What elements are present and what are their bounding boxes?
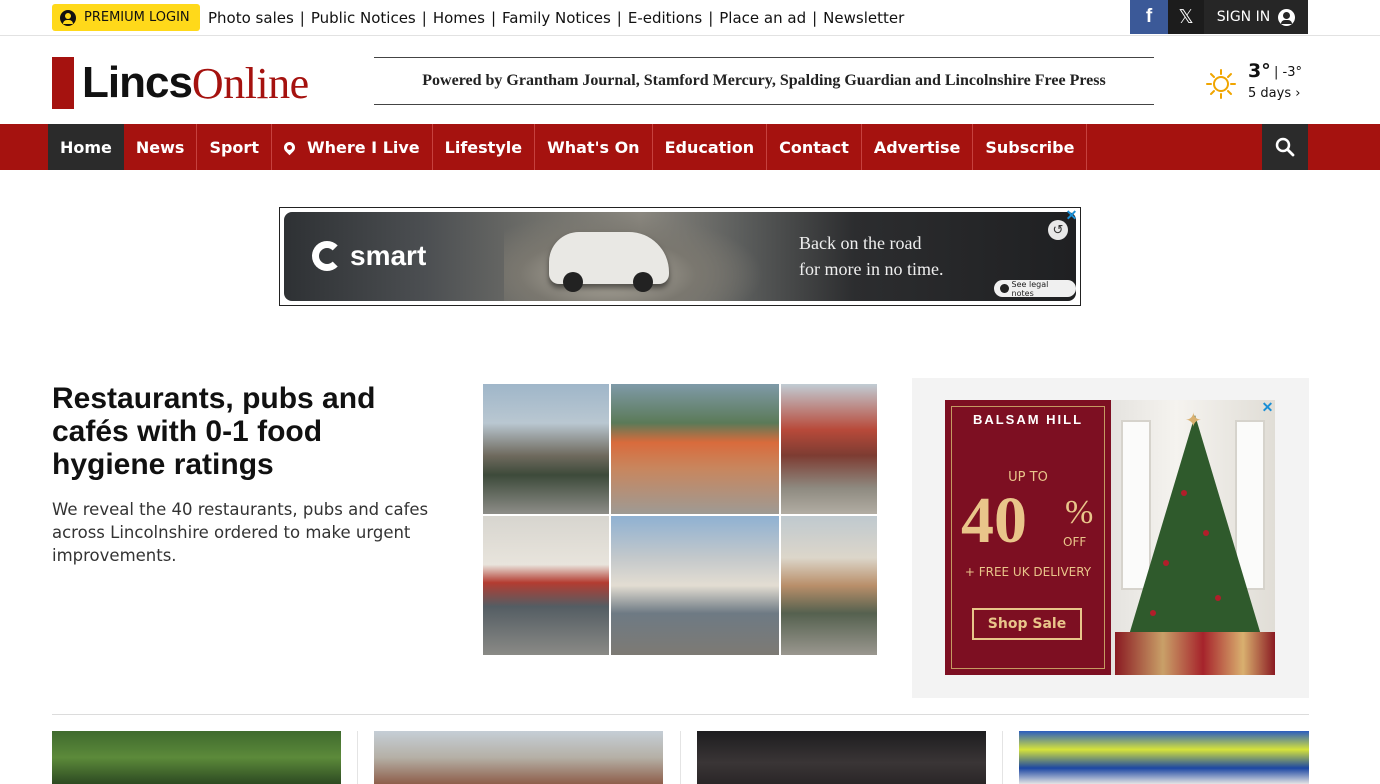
premium-login-label: PREMIUM LOGIN — [84, 10, 190, 25]
link-place-an-ad[interactable]: Place an ad — [719, 9, 806, 27]
nav-news[interactable]: News — [124, 124, 198, 170]
collage-photo — [780, 383, 878, 515]
x-icon[interactable]: 𝕏 — [1168, 0, 1204, 34]
banner-ad-copy: Back on the road for more in no time. — [799, 233, 944, 279]
facebook-icon[interactable]: f — [1130, 0, 1168, 34]
legal-notes-button[interactable]: See legal notes — [994, 280, 1076, 298]
link-homes[interactable]: Homes — [433, 9, 485, 27]
lead-story-standfirst: We reveal the 40 restaurants, pubs and c… — [52, 500, 429, 565]
collage-photo — [482, 515, 610, 656]
gift-boxes-image — [1115, 632, 1275, 675]
shop-sale-button[interactable]: Shop Sale — [972, 608, 1082, 640]
story-thumbnail[interactable] — [374, 731, 663, 784]
account-icon — [1278, 8, 1296, 26]
nav-home[interactable]: Home — [48, 124, 124, 170]
location-pin-icon — [281, 139, 298, 155]
nav-sport[interactable]: Sport — [197, 124, 272, 170]
logo-text-lincs: Lincs — [82, 58, 193, 107]
powered-by-strapline: Powered by Grantham Journal, Stamford Me… — [374, 57, 1154, 105]
ad-brand: BALSAM HILL — [972, 412, 1084, 427]
banner-ad-creative[interactable]: smart Back on the road for more in no ti… — [284, 212, 1076, 301]
story-thumbnail[interactable] — [1019, 731, 1309, 784]
side-ad-container: BALSAM HILL UP TO 40 % OFF + FREE UK DEL… — [912, 378, 1309, 698]
banner-ad[interactable]: smart Back on the road for more in no ti… — [279, 207, 1081, 306]
ad-up-to: UP TO — [1008, 470, 1048, 485]
link-public-notices[interactable]: Public Notices — [311, 9, 416, 27]
info-icon — [1000, 284, 1009, 293]
ad-off: OFF — [1063, 535, 1087, 549]
sign-in-button[interactable]: SIGN IN — [1204, 0, 1308, 34]
nav-lifestyle[interactable]: Lifestyle — [433, 124, 536, 170]
section-divider — [52, 714, 1309, 715]
sun-icon — [1206, 69, 1236, 99]
social-signin-group: f 𝕏 SIGN IN — [1130, 0, 1308, 34]
ad-discount-amount: 40 — [961, 484, 1027, 557]
nav-contact[interactable]: Contact — [767, 124, 862, 170]
nav-subscribe[interactable]: Subscribe — [973, 124, 1088, 170]
main-nav: Home News Sport Where I Live Lifestyle W… — [0, 124, 1380, 170]
story-thumbnails — [52, 731, 1309, 784]
ad-delivery: + FREE UK DELIVERY — [964, 565, 1092, 579]
weather-widget[interactable]: 3° | -3° 5 days › — [1202, 60, 1312, 106]
christmas-tree-image — [1123, 415, 1267, 655]
user-icon — [60, 9, 76, 26]
logo-bar — [52, 57, 74, 109]
collage-photo — [482, 383, 610, 515]
balsam-hill-ad[interactable]: BALSAM HILL UP TO 40 % OFF + FREE UK DEL… — [945, 400, 1275, 675]
smart-logo-mark — [312, 241, 342, 271]
nav-education[interactable]: Education — [653, 124, 768, 170]
logo-text-online: Online — [191, 58, 309, 108]
ad-close-icon[interactable]: ✕ — [1260, 400, 1275, 415]
lead-story-headline[interactable]: Restaurants, pubs and cafés with 0-1 foo… — [52, 382, 432, 481]
lead-story-image[interactable] — [482, 383, 878, 656]
nav-advertise[interactable]: Advertise — [862, 124, 974, 170]
ad-offer-panel: BALSAM HILL UP TO 40 % OFF + FREE UK DEL… — [945, 400, 1111, 675]
temperature-low: | -3° — [1274, 65, 1302, 80]
utility-links: Photo sales | Public Notices | Homes | Fami… — [208, 9, 905, 27]
site-logo[interactable]: Lincs Online — [52, 57, 309, 109]
nav-whats-on[interactable]: What's On — [535, 124, 653, 170]
ad-car-image — [549, 232, 669, 292]
temperature-high: 3° — [1248, 60, 1271, 82]
link-family-notices[interactable]: Family Notices — [502, 9, 611, 27]
ad-percent: % — [1065, 494, 1094, 531]
nav-where-i-live[interactable]: Where I Live — [272, 124, 433, 170]
sign-in-label: SIGN IN — [1216, 9, 1271, 25]
utility-bar: PREMIUM LOGIN Photo sales | Public Notice… — [0, 0, 1380, 36]
ad-close-icon[interactable]: ✕ — [1064, 208, 1079, 223]
story-thumbnail[interactable] — [52, 731, 341, 784]
link-e-editions[interactable]: E-editions — [628, 9, 702, 27]
search-button[interactable] — [1262, 124, 1308, 170]
link-newsletter[interactable]: Newsletter — [823, 9, 904, 27]
story-thumbnail[interactable] — [697, 731, 986, 784]
tree-star-icon: ✦ — [1185, 408, 1202, 432]
collage-photo — [780, 515, 878, 656]
forecast-link[interactable]: 5 days › — [1248, 86, 1300, 101]
premium-login-button[interactable]: PREMIUM LOGIN — [52, 4, 200, 31]
collage-photo — [610, 515, 780, 656]
collage-photo — [610, 383, 780, 515]
search-icon — [1275, 137, 1295, 157]
smart-logo: smart — [312, 240, 426, 272]
replay-icon[interactable]: ↺ — [1048, 220, 1068, 240]
link-photo-sales[interactable]: Photo sales — [208, 9, 294, 27]
